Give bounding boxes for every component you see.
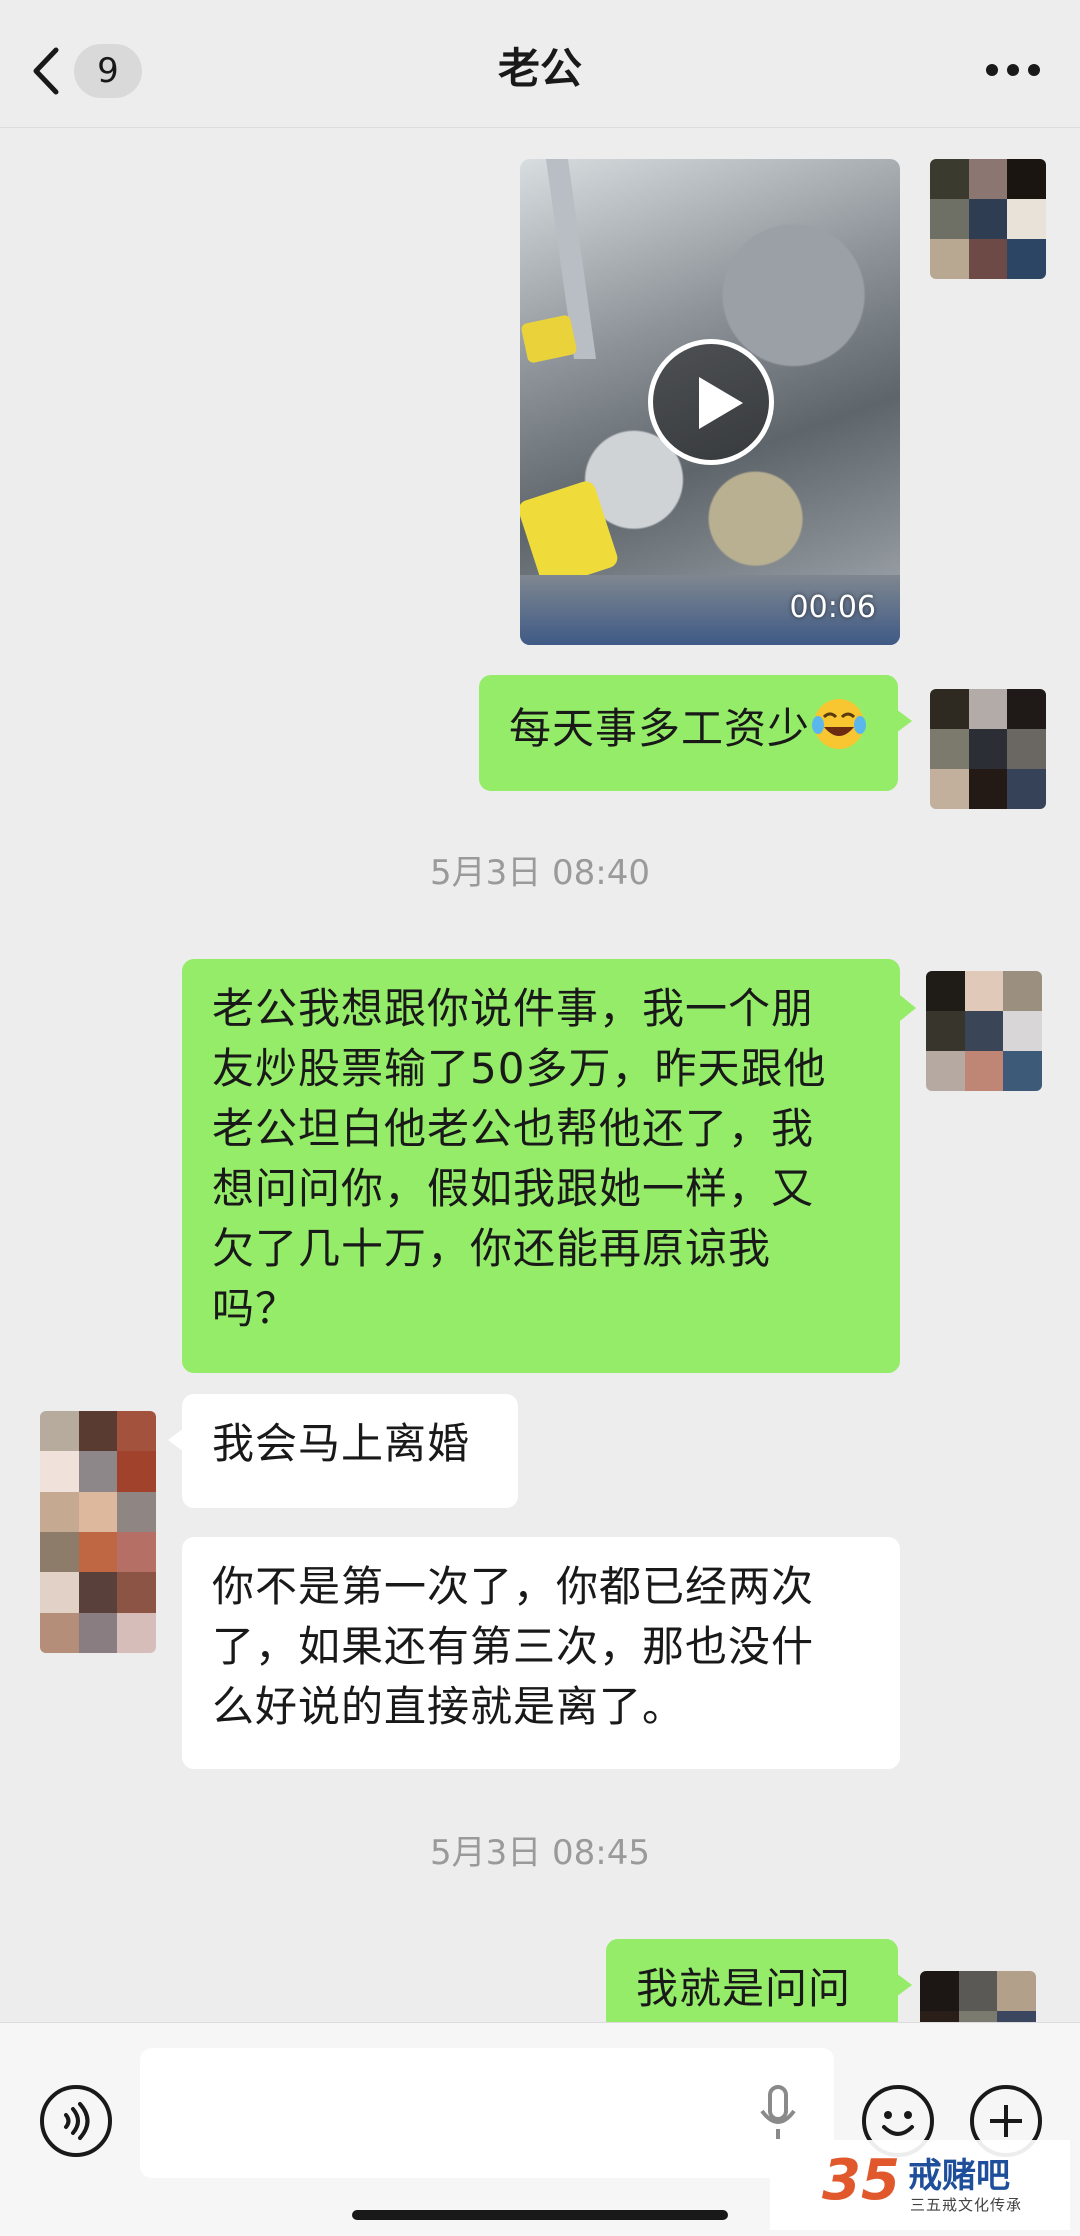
home-indicator[interactable] [352, 2210, 728, 2220]
message-line: 么好说的直接就是离了。 [212, 1682, 686, 1731]
message-bubble-other[interactable]: 我会马上离婚 [168, 1394, 518, 1508]
message-line: 了，如果还有第三次，那也没什 [212, 1622, 815, 1671]
watermark-number: 35 [822, 2148, 900, 2213]
timestamp: 5月3日 08:45 [429, 1833, 651, 1873]
message-line: 吗？ [212, 1284, 299, 1333]
microphone-icon[interactable] [758, 2083, 798, 2143]
watermark-subtitle: 三五戒文化传承 [910, 2196, 1023, 2214]
message-bubble-mine[interactable]: 我就是问问 [606, 1939, 912, 2022]
video-thumbnail-detail [520, 314, 578, 364]
my-avatar[interactable] [920, 1971, 1036, 2022]
chat-title: 老公 [497, 44, 582, 93]
message-text: 每天事多工资少 [508, 704, 810, 753]
watermark-name: 戒赌吧 [908, 2156, 1010, 2196]
my-avatar[interactable] [930, 159, 1046, 279]
message-bubble-mine[interactable]: 每天事多工资少 [478, 675, 913, 791]
message-bubble-other[interactable]: 你不是第一次了，你都已经两次 了，如果还有第三次，那也没什 么好说的直接就是离了… [182, 1537, 900, 1769]
message-input[interactable] [140, 2048, 834, 2178]
my-avatar[interactable] [926, 971, 1042, 1091]
message-line: 老公坦白他老公也帮他还了，我 [212, 1104, 815, 1153]
video-thumbnail-detail [520, 478, 620, 590]
message-line: 欠了几十万，你还能再原谅我 [212, 1224, 772, 1273]
more-dots-icon[interactable] [986, 60, 1040, 80]
message-bubble-mine[interactable]: 老公我想跟你说件事，我一个朋 友炒股票输了50多万，昨天跟他 老公坦白他老公也帮… [182, 959, 900, 1373]
contact-avatar[interactable] [40, 1411, 156, 1653]
voice-icon[interactable] [40, 2085, 112, 2157]
video-duration: 00:06 [789, 590, 876, 625]
message-line: 友炒股票输了50多万，昨天跟他 [212, 1044, 827, 1093]
message-text: 我会马上离婚 [212, 1419, 471, 1468]
message-line: 想问问你，假如我跟她一样，又 [212, 1164, 815, 1213]
my-avatar[interactable] [930, 689, 1046, 809]
message-line: 你不是第一次了，你都已经两次 [212, 1562, 815, 1611]
timestamp: 5月3日 08:40 [429, 853, 651, 893]
laughing-tears-emoji-icon [812, 699, 866, 749]
watermark-logo: 35 戒赌吧 三五戒文化传承 [770, 2140, 1070, 2230]
bubble-tail-icon [900, 995, 916, 1021]
message-list[interactable]: 00:06 每天事多工资少 5月3日 08:40 老公我想跟你说件事，我一个朋 … [0, 129, 1080, 2022]
play-icon[interactable] [648, 339, 774, 465]
video-message[interactable]: 00:06 [520, 159, 900, 645]
chat-header: 9 老公 [0, 0, 1080, 128]
message-text: 我就是问问 [636, 1964, 852, 2013]
message-line: 老公我想跟你说件事，我一个朋 [212, 984, 815, 1033]
